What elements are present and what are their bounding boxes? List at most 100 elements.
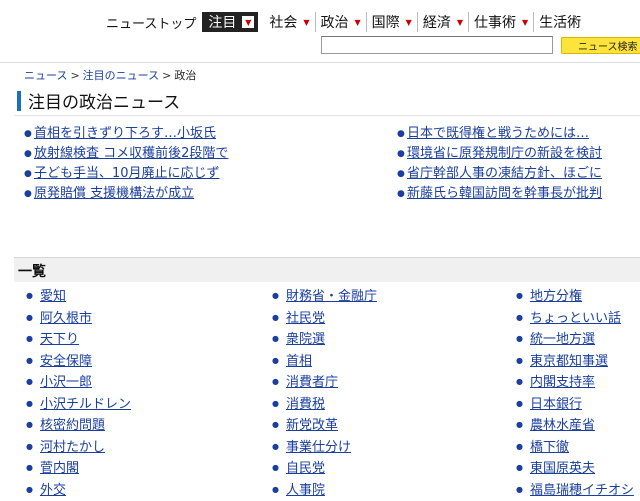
list-item: ●衆院選 — [272, 329, 377, 351]
header-divider — [0, 62, 640, 63]
category-link[interactable]: 菅内閣 — [40, 461, 79, 476]
news-link[interactable]: 原発賠償 支援機構法が成立 — [34, 186, 194, 201]
dropdown-arrow-icon[interactable]: ▼ — [406, 18, 412, 27]
list-item: ●財務省・金融庁 — [272, 286, 377, 308]
bullet-icon: ● — [516, 458, 530, 479]
category-link[interactable]: 東京都知事選 — [530, 354, 608, 369]
category-link[interactable]: 河村たかし — [40, 440, 105, 455]
bullet-icon: ● — [397, 165, 407, 184]
bullet-icon: ● — [26, 329, 40, 350]
list-item: ●愛知 — [26, 286, 131, 308]
nav-news-top[interactable]: ニューストップ — [106, 13, 196, 32]
dropdown-arrow-icon[interactable]: ▼ — [242, 16, 254, 28]
list-item: ●地方分権 — [516, 286, 634, 308]
search-input[interactable] — [321, 36, 553, 54]
bullet-icon: ● — [516, 437, 530, 458]
news-list-right: ●日本で既得権と戦うためには… ●環境省に原発規制庁の新設を検討 ●省庁幹部人事… — [397, 124, 602, 204]
category-link[interactable]: 外交 — [40, 483, 66, 498]
category-link[interactable]: 小沢一郎 — [40, 375, 92, 390]
dropdown-arrow-icon[interactable]: ▼ — [522, 18, 528, 27]
category-link[interactable]: 核密約問題 — [40, 418, 105, 433]
category-link[interactable]: 橋下徹 — [530, 440, 569, 455]
list-item: ●首相 — [272, 351, 377, 373]
category-column-1: ●愛知 ●阿久根市 ●天下り ●安全保障 ●小沢一郎 ●小沢チルドレン ●核密約… — [26, 286, 131, 501]
news-link[interactable]: 子ども手当、10月廃止に応じず — [34, 166, 220, 181]
news-link[interactable]: 首相を引きずり下ろす…小坂氏 — [34, 126, 216, 141]
bullet-icon: ● — [516, 308, 530, 329]
bullet-icon: ● — [397, 125, 407, 144]
page-heading: 注目の政治ニュース — [17, 88, 180, 113]
category-link[interactable]: 阿久根市 — [40, 311, 92, 326]
category-link[interactable]: 統一地方選 — [530, 332, 595, 347]
tab-life[interactable]: 生活術 — [534, 12, 586, 32]
category-link[interactable]: 消費税 — [286, 397, 325, 412]
category-link[interactable]: ちょっといい話 — [530, 311, 621, 326]
tab-work[interactable]: 仕事術 ▼ — [469, 12, 534, 32]
category-link[interactable]: 安全保障 — [40, 354, 92, 369]
tab-featured[interactable]: 注目▼ — [202, 12, 258, 32]
news-link[interactable]: 環境省に原発規制庁の新設を検討 — [407, 146, 602, 161]
breadcrumb-news[interactable]: ニュース — [24, 69, 67, 82]
list-item: ●福島瑞穂イチオシ — [516, 480, 634, 501]
dropdown-arrow-icon[interactable]: ▼ — [457, 18, 463, 27]
category-link[interactable]: 天下り — [40, 332, 79, 347]
category-link[interactable]: 福島瑞穂イチオシ — [530, 483, 634, 498]
news-link[interactable]: 放射線検査 コメ収穫前後2段階で — [34, 146, 228, 161]
bullet-icon: ● — [26, 437, 40, 458]
category-link[interactable]: 東国原英夫 — [530, 461, 595, 476]
bullet-icon: ● — [24, 185, 34, 204]
list-item: ●ちょっといい話 — [516, 308, 634, 330]
tab-international[interactable]: 国際▼ — [367, 12, 418, 32]
list-item: ●消費税 — [272, 394, 377, 416]
category-link[interactable]: 農林水産省 — [530, 418, 595, 433]
dropdown-arrow-icon[interactable]: ▼ — [355, 18, 361, 27]
dropdown-arrow-icon[interactable]: ▼ — [303, 18, 309, 27]
news-link[interactable]: 日本で既得権と戦うためには… — [407, 126, 589, 141]
category-link[interactable]: 小沢チルドレン — [40, 397, 131, 412]
bullet-icon: ● — [272, 458, 286, 479]
list-item: ●環境省に原発規制庁の新設を検討 — [397, 144, 602, 164]
bullet-icon: ● — [516, 394, 530, 415]
category-link[interactable]: 日本銀行 — [530, 397, 582, 412]
category-link[interactable]: 事業仕分け — [286, 440, 351, 455]
category-link[interactable]: 財務省・金融庁 — [286, 289, 377, 304]
category-link[interactable]: 衆院選 — [286, 332, 325, 347]
list-item: ●農林水産省 — [516, 415, 634, 437]
list-item: ●小沢一郎 — [26, 372, 131, 394]
category-link[interactable]: 社民党 — [286, 311, 325, 326]
news-link[interactable]: 新藤氏ら韓国訪問を幹事長が批判 — [407, 186, 602, 201]
breadcrumb-current: 政治 — [174, 69, 196, 82]
bullet-icon: ● — [272, 286, 286, 307]
breadcrumb-featured[interactable]: 注目のニュース — [83, 69, 159, 82]
tab-society[interactable]: 社会▼ — [264, 12, 315, 32]
list-item: ●橋下徹 — [516, 437, 634, 459]
bullet-icon: ● — [26, 458, 40, 479]
category-link[interactable]: 自民党 — [286, 461, 325, 476]
bullet-icon: ● — [516, 351, 530, 372]
news-list-left: ●首相を引きずり下ろす…小坂氏 ●放射線検査 コメ収穫前後2段階で ●子ども手当… — [24, 124, 228, 204]
category-link[interactable]: 消費者庁 — [286, 375, 338, 390]
category-link[interactable]: 内閣支持率 — [530, 375, 595, 390]
category-link[interactable]: 地方分権 — [530, 289, 582, 304]
tab-label: 仕事術 — [474, 12, 516, 32]
tab-economy[interactable]: 経済▼ — [418, 12, 469, 32]
list-item: ●河村たかし — [26, 437, 131, 459]
category-link[interactable]: 人事院 — [286, 483, 325, 498]
bullet-icon: ● — [272, 308, 286, 329]
bullet-icon: ● — [516, 329, 530, 350]
list-item: ●放射線検査 コメ収穫前後2段階で — [24, 144, 228, 164]
news-search-button[interactable]: ニュース検索 — [561, 37, 640, 54]
index-header: 一覧 — [14, 257, 640, 282]
bullet-icon: ● — [272, 437, 286, 458]
category-link[interactable]: 愛知 — [40, 289, 66, 304]
list-item: ●天下り — [26, 329, 131, 351]
list-item: ●省庁幹部人事の凍結方針、ほごに — [397, 164, 602, 184]
list-item: ●新藤氏ら韓国訪問を幹事長が批判 — [397, 184, 602, 204]
news-link[interactable]: 省庁幹部人事の凍結方針、ほごに — [407, 166, 602, 181]
list-item: ●東京都知事選 — [516, 351, 634, 373]
category-link[interactable]: 首相 — [286, 354, 312, 369]
category-link[interactable]: 新党改革 — [286, 418, 338, 433]
bullet-icon: ● — [516, 286, 530, 307]
tab-politics[interactable]: 政治▼ — [316, 12, 367, 32]
chevron-right-icon: > — [70, 69, 79, 82]
